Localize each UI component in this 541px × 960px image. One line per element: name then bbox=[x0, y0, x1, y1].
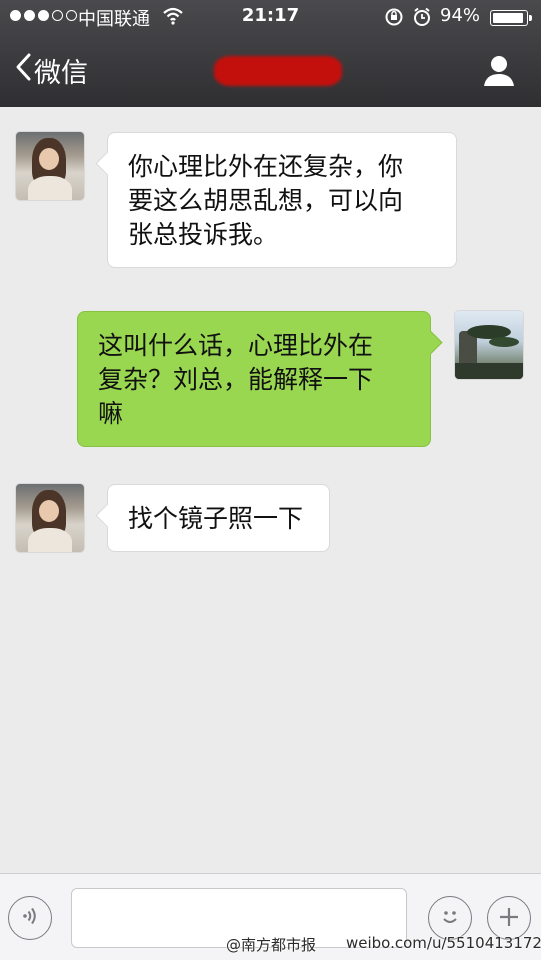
watermark-url: weibo.com/u/5510413172 bbox=[346, 934, 541, 952]
voice-icon bbox=[19, 905, 41, 931]
chevron-left-icon bbox=[14, 52, 32, 89]
battery-icon bbox=[490, 10, 532, 26]
navigation-bar: 微信 bbox=[0, 36, 541, 107]
profile-icon[interactable] bbox=[482, 53, 516, 91]
status-bar: 中国联通 21:17 94% bbox=[0, 0, 541, 36]
battery-percent: 94% bbox=[440, 5, 481, 26]
redacted-chat-title bbox=[214, 56, 342, 86]
message-text: 这叫什么话，心理比外在 复杂？刘总，能解释一下 嘛 bbox=[98, 331, 374, 428]
contact-avatar[interactable] bbox=[16, 132, 84, 200]
back-button[interactable]: 微信 bbox=[14, 51, 88, 90]
top-bar: 中国联通 21:17 94% 微信 bbox=[0, 0, 541, 107]
chat-area[interactable]: 你心理比外在还复杂，你 要这么胡思乱想，可以向 张总投诉我。 这叫什么话，心理比… bbox=[0, 107, 541, 873]
alarm-icon bbox=[412, 7, 432, 32]
incoming-message-bubble[interactable]: 找个镜子照一下 bbox=[107, 484, 330, 552]
rotation-lock-icon bbox=[384, 7, 404, 32]
incoming-message-bubble[interactable]: 你心理比外在还复杂，你 要这么胡思乱想，可以向 张总投诉我。 bbox=[107, 132, 457, 268]
message-text: 你心理比外在还复杂，你 要这么胡思乱想，可以向 张总投诉我。 bbox=[128, 152, 404, 249]
back-button-label: 微信 bbox=[34, 58, 88, 89]
plus-icon bbox=[497, 901, 521, 935]
outgoing-message-bubble[interactable]: 这叫什么话，心理比外在 复杂？刘总，能解释一下 嘛 bbox=[77, 311, 431, 447]
voice-input-button[interactable] bbox=[8, 896, 52, 940]
contact-avatar[interactable] bbox=[16, 484, 84, 552]
smiley-icon bbox=[437, 903, 463, 933]
message-text: 找个镜子照一下 bbox=[128, 504, 304, 533]
my-avatar[interactable] bbox=[455, 311, 523, 379]
watermark-source: @南方都市报 bbox=[226, 936, 317, 954]
